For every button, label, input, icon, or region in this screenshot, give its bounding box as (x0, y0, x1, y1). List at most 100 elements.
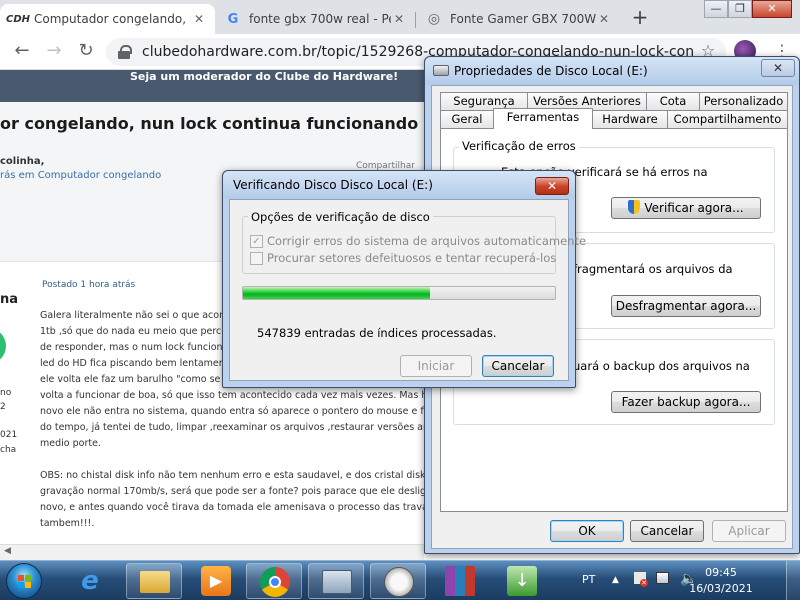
lock-icon (118, 45, 132, 59)
taskbar-clock[interactable]: 09:45 16/03/2021 (688, 565, 754, 597)
installer-taskbar[interactable] (432, 563, 488, 599)
fix-errors-label: Corrigir erros do sistema de arquivos au… (267, 234, 587, 248)
tab-close-icon[interactable]: ✕ (596, 12, 612, 26)
close-window-icon[interactable]: ✕ (752, 0, 792, 18)
poster-info-line: 2 (0, 402, 6, 412)
language-text: PT (582, 573, 596, 586)
media-player-taskbar[interactable]: ▶ (188, 563, 244, 599)
post-line: tambem!!!. (40, 518, 95, 529)
start-button[interactable] (6, 563, 42, 599)
cdh-favicon-icon: CDH (6, 13, 31, 25)
check-disk-titlebar[interactable]: Verificando Disco Disco Local (E:) ✕ (223, 171, 575, 199)
windows-taskbar: e ▶ ↓ PT ▲ ✕ 🔈 09:45 16/03/2021 (0, 560, 800, 600)
error-check-label: Verificação de erros (459, 139, 579, 153)
disk-options-label: Opções de verificação de disco (248, 210, 433, 224)
post-line (40, 452, 430, 468)
check-disk-title: Verificando Disco Disco Local (E:) (233, 178, 433, 192)
tab-cota[interactable]: Cota (646, 92, 700, 111)
action-center-flag-icon[interactable]: ✕ (634, 561, 648, 600)
horizontal-scrollbar[interactable]: ◀ (0, 544, 424, 560)
poster-info-line: no (0, 388, 12, 398)
cancel-button[interactable]: Cancelar (630, 520, 704, 542)
chrome-icon (260, 567, 290, 597)
globe-favicon-icon: ◎ (427, 11, 441, 27)
tab-compartilhamento[interactable]: Compartilhamento (667, 110, 788, 129)
scroll-left-icon[interactable]: ◀ (4, 546, 11, 556)
verify-now-label: Verificar agora... (644, 201, 744, 215)
check-cancel-button[interactable]: Cancelar (482, 355, 554, 377)
show-desktop-button[interactable] (786, 561, 800, 600)
chrome-taskbar[interactable] (246, 563, 302, 599)
minimize-window-icon[interactable]: — (704, 0, 728, 18)
backup-now-button[interactable]: Fazer backup agora... (611, 391, 761, 413)
defrag-now-button[interactable]: Desfragmentar agora... (611, 295, 761, 317)
progress-fill (243, 287, 431, 299)
reload-icon[interactable]: ↻ (74, 40, 98, 64)
fix-errors-checkbox[interactable]: ✓ (250, 234, 263, 248)
scan-sectors-checkbox[interactable] (250, 251, 263, 265)
poster-info-line: 021 (0, 430, 18, 440)
banner-text: Seja um moderador do Clube do Hardware! (130, 70, 399, 83)
backup-text: uará o backup dos arquivos na (573, 359, 750, 373)
author-name[interactable]: colinha, (0, 156, 44, 167)
tab-fonte-gamer[interactable]: ◎ Fonte Gamer GBX 700W R ✕ (416, 4, 620, 34)
post-line: do tempo, já tentei de tudo, limpar ,ree… (40, 422, 430, 433)
post-line: gravação normal 170mb/s, será que pode s… (40, 486, 430, 497)
back-arrow-icon[interactable]: ← (10, 40, 34, 64)
check-disk-client-area: Opções de verificação de disco ✓ Corrigi… (229, 199, 586, 381)
browser-tab-strip: CDH Computador congelando, n ✕ G fonte g… (0, 0, 800, 34)
tab-hardware[interactable]: Hardware (592, 110, 668, 129)
post-line: novo, e antes quando você tirava da toma… (40, 502, 430, 513)
ok-button[interactable]: OK (550, 520, 624, 542)
tab-ferramentas[interactable]: Ferramentas (493, 108, 593, 129)
folder-icon (140, 571, 170, 593)
forward-arrow-icon[interactable]: → (42, 40, 66, 64)
tab-close-icon[interactable]: ✕ (391, 12, 407, 26)
post-line: volta a funcionar de boa, só que isso te… (40, 390, 430, 401)
scan-sectors-option[interactable]: Procurar setores defeituosos e tentar re… (250, 251, 556, 265)
computer-icon (322, 570, 352, 594)
poster-name-fragment: na (0, 292, 19, 307)
explorer-taskbar[interactable] (126, 563, 182, 599)
computer-taskbar[interactable] (308, 563, 364, 599)
uac-shield-icon (628, 200, 641, 214)
tab-title: fonte gbx 700w real - Pesq (249, 12, 391, 26)
restore-window-icon[interactable]: ❐ (728, 0, 752, 18)
check-disk-close-icon[interactable]: ✕ (535, 177, 569, 195)
apply-button[interactable]: Aplicar (712, 520, 786, 542)
new-tab-button[interactable]: + (628, 6, 652, 30)
tab-geral[interactable]: Geral (440, 110, 494, 129)
tab-clube-do-hardware[interactable]: CDH Computador congelando, n ✕ (0, 4, 215, 34)
windows-logo-icon (18, 575, 32, 589)
download-app-taskbar[interactable]: ↓ (494, 563, 550, 599)
properties-close-icon[interactable]: ✕ (761, 59, 795, 77)
start-button[interactable]: Iniciar (400, 355, 472, 377)
internet-explorer-taskbar[interactable]: e (62, 563, 118, 599)
post-line: novo ele não entra no sistema, quando en… (40, 406, 430, 417)
defrag-text: fragmentará os arquivos da (573, 262, 733, 276)
scan-sectors-label: Procurar setores defeituosos e tentar re… (267, 251, 557, 265)
progress-status-text: 547839 entradas de índices processadas. (257, 326, 497, 340)
gauge-icon (384, 567, 414, 597)
thread-title: or congelando, nun lock continua funcion… (0, 114, 419, 133)
poster-avatar[interactable] (0, 328, 6, 364)
properties-titlebar[interactable]: Propriedades de Disco Local (E:) ✕ (425, 57, 799, 85)
post-line: medio porte. (40, 438, 101, 449)
internet-explorer-icon: e (81, 566, 99, 596)
clock-date: 16/03/2021 (689, 582, 753, 595)
download-icon: ↓ (507, 566, 537, 596)
drive-icon (433, 65, 449, 76)
author-subline[interactable]: rás em Computador congelando (0, 170, 161, 181)
check-disk-window: Verificando Disco Disco Local (E:) ✕ Opç… (222, 170, 586, 388)
tab-close-icon[interactable]: ✕ (191, 12, 207, 26)
tab-personalizado[interactable]: Personalizado (699, 92, 788, 111)
verify-now-button[interactable]: Verificar agora... (611, 197, 761, 219)
clock-time: 09:45 (705, 566, 737, 579)
fix-errors-option[interactable]: ✓ Corrigir erros do sistema de arquivos … (250, 234, 586, 248)
post-timestamp: Postado 1 hora atrás (42, 280, 136, 290)
tab-google-search[interactable]: G fonte gbx 700w real - Pesq ✕ (215, 4, 415, 34)
disk-tool-taskbar[interactable] (370, 563, 426, 599)
winrar-box-icon (445, 566, 475, 596)
post-line: OBS: no chistal disk info não tem nenhum… (40, 470, 430, 481)
tab-title: Computador congelando, n (34, 12, 191, 26)
